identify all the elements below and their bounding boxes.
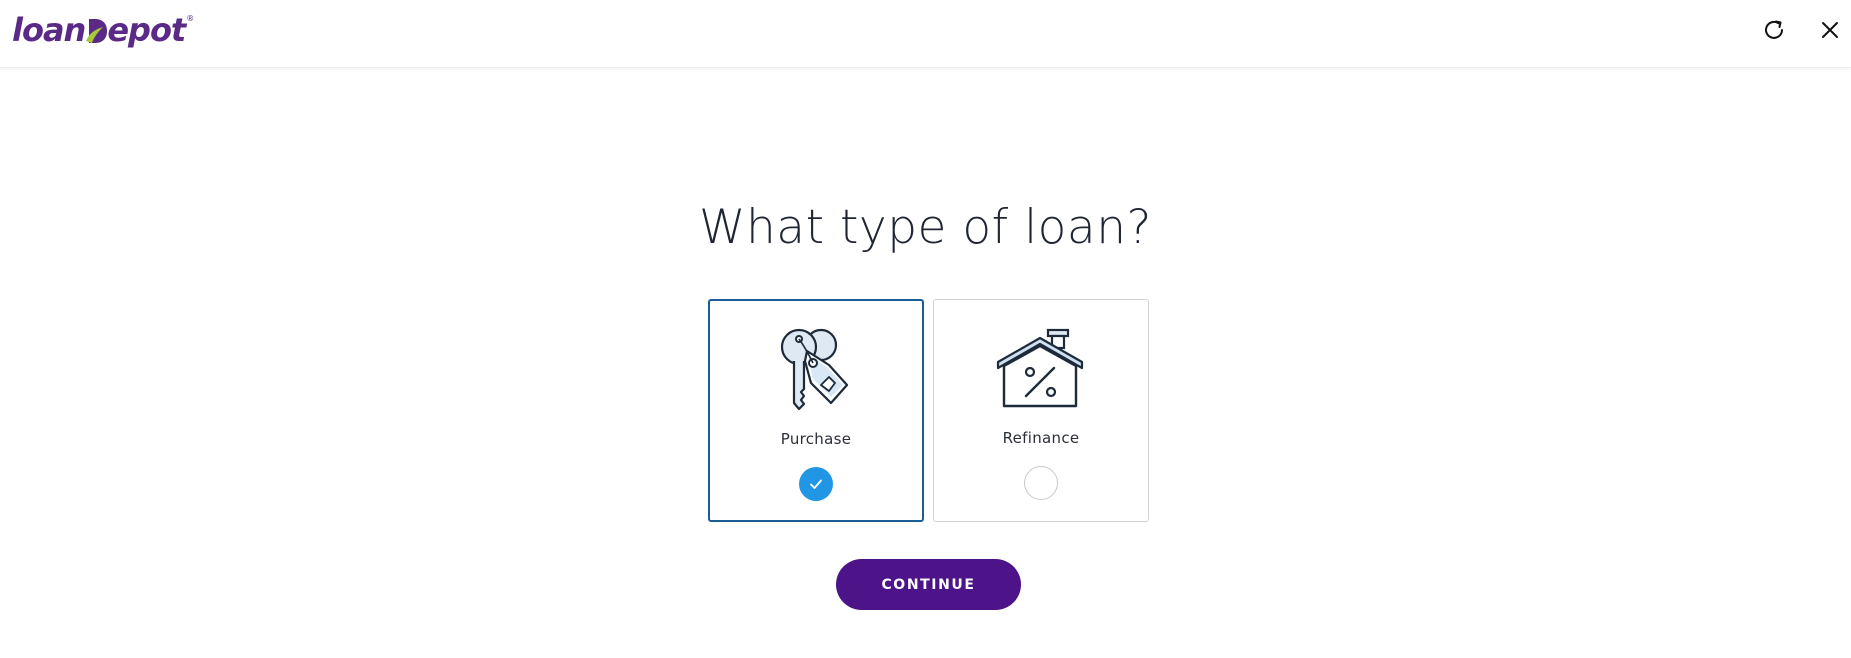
logo-registered-mark: ® <box>186 13 195 23</box>
logo-d-mark-icon <box>86 19 108 43</box>
option-label-purchase: Purchase <box>780 430 852 448</box>
option-card-refinance[interactable]: Refinance <box>933 299 1149 522</box>
logo-text-right: epot <box>107 11 186 49</box>
keys-tag-icon <box>780 328 849 411</box>
radio-checked[interactable] <box>799 467 833 501</box>
house-percent-icon <box>996 328 1084 408</box>
loandepot-logo[interactable]: loan epot ® <box>12 8 194 52</box>
logo-text-left: loan <box>12 11 86 49</box>
checkmark-icon <box>810 479 822 489</box>
close-button[interactable] <box>1814 14 1846 46</box>
refresh-icon <box>1765 20 1783 39</box>
option-card-purchase[interactable]: Purchase <box>708 299 924 522</box>
continue-button[interactable]: CONTINUE <box>836 559 1021 610</box>
page-title: What type of loan? <box>699 200 1152 255</box>
option-label-refinance: Refinance <box>1002 429 1080 447</box>
refresh-button[interactable] <box>1758 14 1790 46</box>
top-bar: loan epot ® <box>0 0 1851 68</box>
close-icon <box>1822 22 1838 38</box>
radio-unchecked[interactable] <box>1024 466 1058 500</box>
